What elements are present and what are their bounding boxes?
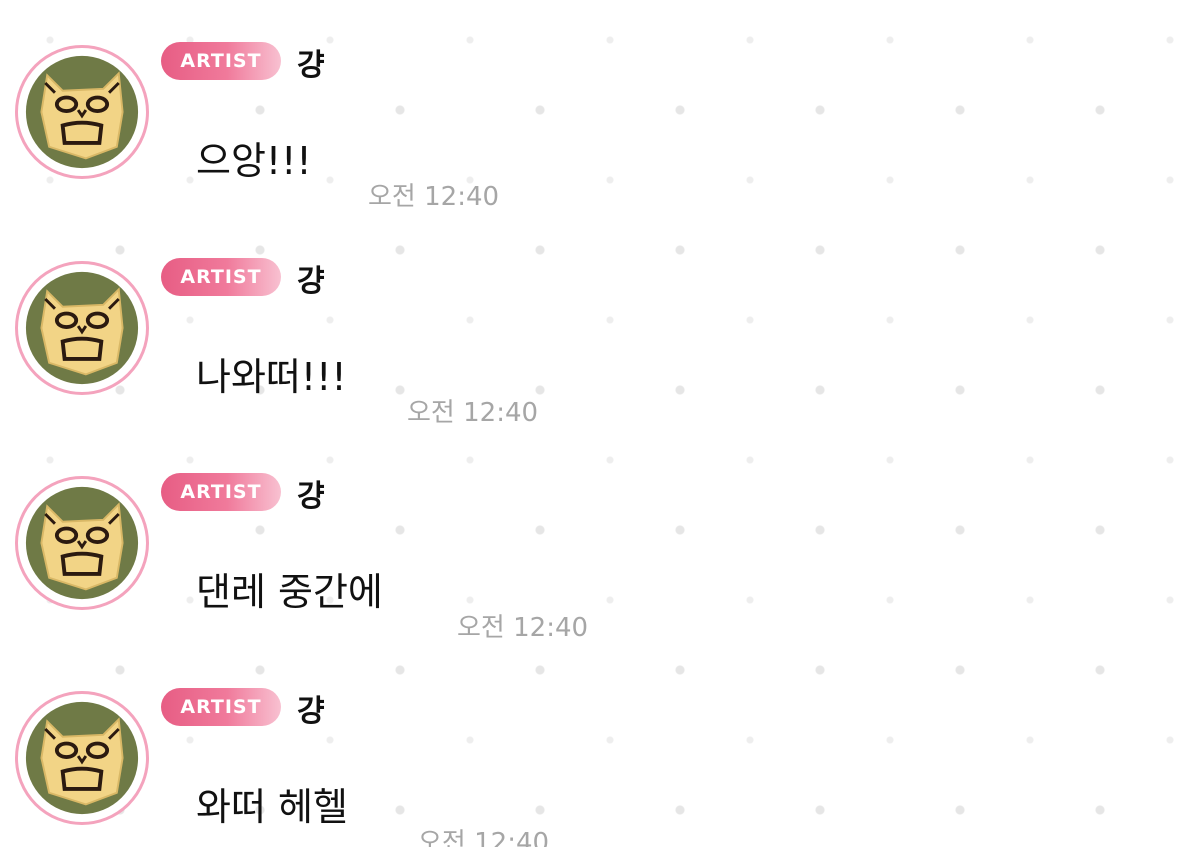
artist-badge: ARTIST <box>161 42 281 80</box>
message-text: 나와떠!!! <box>196 355 347 399</box>
message-time: 오전 12:40 <box>368 182 500 212</box>
chat-message: ARTIST 걍 나와떠!!! 오전 12:40 <box>0 216 1200 431</box>
chat-message: ARTIST 걍 댄레 중간에 오전 12:40 <box>0 431 1200 646</box>
avatar[interactable] <box>15 691 149 825</box>
avatar[interactable] <box>15 45 149 179</box>
cat-cookie-avatar-icon <box>25 486 139 600</box>
chat-message: ARTIST 걍 와떠 헤헬 오전 12:40 <box>0 646 1200 847</box>
sender-name[interactable]: 걍 <box>297 256 325 300</box>
artist-badge: ARTIST <box>161 688 281 726</box>
cat-cookie-avatar-icon <box>25 271 139 385</box>
message-text: 와떠 헤헬 <box>196 785 348 829</box>
artist-badge: ARTIST <box>161 473 281 511</box>
sender-name[interactable]: 걍 <box>297 40 325 84</box>
message-time: 오전 12:40 <box>457 613 589 643</box>
message-time: 오전 12:40 <box>407 398 539 428</box>
cat-cookie-avatar-icon <box>25 701 139 815</box>
chat-message: ARTIST 걍 으앙!!! 오전 12:40 <box>0 0 1200 215</box>
sender-name[interactable]: 걍 <box>297 471 325 515</box>
message-time: 오전 12:40 <box>418 828 550 847</box>
cat-cookie-avatar-icon <box>25 55 139 169</box>
sender-name[interactable]: 걍 <box>297 686 325 730</box>
chat-screen: ARTIST 걍 으앙!!! 오전 12:40 ARTIST 걍 나와떠!!! … <box>0 0 1200 847</box>
avatar[interactable] <box>15 261 149 395</box>
avatar[interactable] <box>15 476 149 610</box>
message-text: 댄레 중간에 <box>196 570 383 614</box>
artist-badge: ARTIST <box>161 258 281 296</box>
message-text: 으앙!!! <box>196 139 312 183</box>
